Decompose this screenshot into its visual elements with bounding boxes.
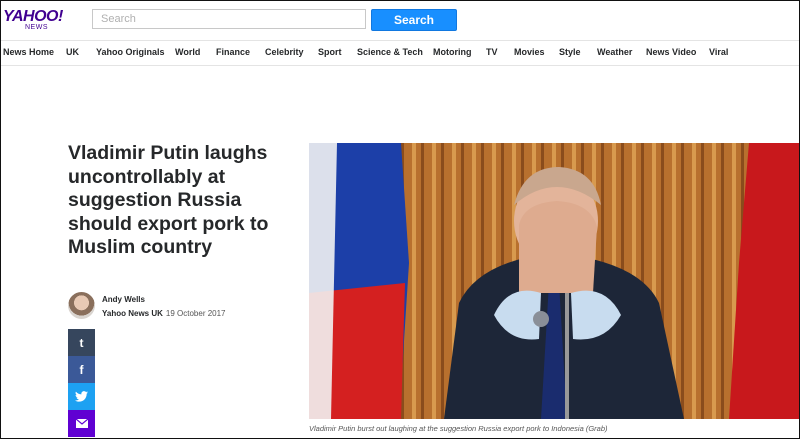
article-photo[interactable] [309,143,800,419]
tumblr-icon: t [79,335,84,350]
search-input[interactable] [92,9,366,29]
share-mail-button[interactable] [68,410,95,437]
nav-item-science-tech[interactable]: Science & Tech [357,47,423,57]
nav-item-uk[interactable]: UK [66,47,79,57]
article-source: Yahoo News UK 19 October 2017 [102,309,226,318]
nav-item-weather[interactable]: Weather [597,47,632,57]
yahoo-news-logo[interactable]: YAHOO! NEWS [3,8,65,32]
facebook-icon: f [79,362,84,377]
nav-item-style[interactable]: Style [559,47,581,57]
nav-item-celebrity[interactable]: Celebrity [265,47,304,57]
author-avatar [68,292,95,319]
main-nav: News Home UK Yahoo Originals World Finan… [0,41,800,66]
logo-subtitle: NEWS [25,24,48,31]
nav-item-viral[interactable]: Viral [709,47,728,57]
twitter-icon [75,391,88,402]
nav-item-yahoo-originals[interactable]: Yahoo Originals [96,47,165,57]
search-button[interactable]: Search [371,9,457,31]
logo-wordmark: YAHOO! [3,8,63,25]
publish-date: 19 October 2017 [165,309,226,318]
nav-item-motoring[interactable]: Motoring [433,47,472,57]
site-header: YAHOO! NEWS Search [0,0,800,41]
nav-item-movies[interactable]: Movies [514,47,545,57]
photo-caption: Vladimir Putin burst out laughing at the… [309,424,608,433]
article-photo-illustration [309,143,800,419]
nav-item-finance[interactable]: Finance [216,47,250,57]
share-twitter-button[interactable] [68,383,95,410]
nav-item-news-home[interactable]: News Home [3,47,54,57]
share-facebook-button[interactable]: f [68,356,95,383]
source-name: Yahoo News UK [102,309,163,318]
nav-item-sport[interactable]: Sport [318,47,342,57]
author-name[interactable]: Andy Wells [102,295,145,304]
article-headline: Vladimir Putin laughs uncontrollably at … [68,142,269,258]
share-tumblr-button[interactable]: t [68,329,95,356]
nav-item-world[interactable]: World [175,47,200,57]
nav-item-news-video[interactable]: News Video [646,47,696,57]
mail-icon [75,419,88,428]
nav-item-tv[interactable]: TV [486,47,498,57]
